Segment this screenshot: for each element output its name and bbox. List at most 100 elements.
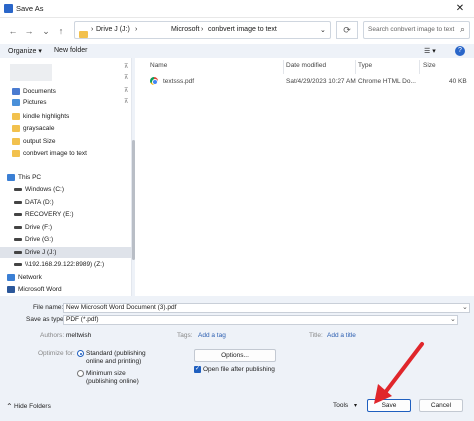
title-bar: Save As ✕ [0,0,474,18]
forward-button[interactable]: → [22,24,36,38]
sidebar-item[interactable]: output Size [0,136,132,147]
sidebar-item[interactable]: Drive J (J:) [0,247,132,258]
word-icon [7,286,15,293]
column-header-name[interactable]: Name [150,62,167,69]
up-button[interactable]: ↑ [54,24,68,38]
sidebar-item-label: This PC [18,174,42,181]
sidebar-item-label: RECOVERY (E:) [25,211,74,218]
column-divider [283,60,284,74]
redacted-quick-access-item [10,64,52,81]
view-options-button[interactable]: ☰ ▾ [424,47,436,55]
open-after-checkbox[interactable]: ✓ [194,366,201,373]
chrome-pdf-icon [150,77,158,85]
hide-folders-button[interactable]: Hide Folders [14,403,51,410]
organize-menu[interactable]: Organize ▾ [8,47,42,55]
sidebar-item-label: Network [18,274,42,281]
minimum-size-option-label[interactable]: Minimum size (publishing online) [86,370,156,386]
recent-locations-chevron-icon[interactable]: ⌄ [39,24,53,38]
save-as-window-icon [4,4,13,13]
sidebar-item[interactable]: Drive (F:) [0,222,132,233]
sidebar-item[interactable]: Microsoft Word [0,284,132,295]
search-icon: ⌕ [460,24,466,34]
breadcrumb-drive-j[interactable]: Drive J (J:) [96,26,130,33]
search-input[interactable]: Search conbvert image to text ⌕ [363,21,470,39]
network-icon [7,274,15,281]
drive-icon [14,188,22,191]
sidebar-item[interactable]: RECOVERY (E:) [0,209,132,220]
breadcrumb-current-folder[interactable]: conbvert image to text [208,26,277,33]
documents-icon [12,88,20,95]
computer-icon [7,174,15,181]
sidebar-item[interactable]: This PC [0,172,132,183]
folder-icon [12,150,20,157]
sidebar-item[interactable]: Network [0,272,132,283]
authors-label: Authors: [40,332,65,339]
sidebar-item[interactable]: Windows (C:) [0,184,132,195]
collapse-chevron-icon[interactable]: ⌃ [6,402,13,411]
save-as-type-select[interactable]: PDF (*.pdf) [63,315,458,325]
file-name: textsss.pdf [163,78,195,85]
add-title-link[interactable]: Add a title [327,332,356,339]
sidebar-item-label: \\192.168.29.122:8989) (Z:) [25,261,105,268]
close-window-button[interactable]: ✕ [450,2,470,16]
standard-radio[interactable] [77,350,84,357]
sidebar-item[interactable]: conbvert image to text [0,148,132,159]
sidebar-item-label: Windows (C:) [25,186,65,193]
help-icon[interactable]: ? [455,46,465,56]
column-header-size[interactable]: Size [423,62,436,69]
breadcrumb-separator: › [91,26,94,33]
window-title: Save As [16,4,44,13]
column-divider [355,60,356,74]
save-as-type-label: Save as type: [26,316,66,323]
sidebar-item[interactable]: Drive (G:) [0,234,132,245]
sidebar-item[interactable]: \\192.168.29.122:8989) (Z:) [0,259,132,270]
file-date: Sat/4/29/2023 10:27 AM [286,78,356,85]
file-name-input[interactable]: New Microsoft Word Document (3).pdf [63,303,470,313]
navigation-pane[interactable]: ⊼ ⊼ Documents ⊼ Pictures ⊼ kindle highlights… [0,58,132,296]
file-type: Chrome HTML Do... [358,78,416,85]
column-header-date-modified[interactable]: Date modified [286,62,326,69]
breadcrumb-microsoft[interactable]: Microsoft [171,26,199,33]
pictures-icon [12,99,20,106]
authors-value[interactable]: meltwish [66,332,91,339]
standard-option-label[interactable]: Standard (publishing online and printing… [86,350,164,366]
open-after-label[interactable]: Open file after publishing [203,366,275,373]
sidebar-item-label: Pictures [23,99,47,106]
file-name-dropdown-icon[interactable]: ⌄ [462,303,468,311]
add-tag-link[interactable]: Add a tag [198,332,226,339]
pin-icon: ⊼ [124,64,129,70]
tools-menu[interactable]: Tools [333,402,348,409]
sidebar-item-label: Documents [23,88,56,95]
sidebar-item-label: output Size [23,138,56,145]
folder-icon [79,31,88,38]
save-as-type-dropdown-icon[interactable]: ⌄ [450,315,456,323]
file-size: 40 KB [449,78,467,85]
file-row[interactable]: textsss.pdf Sat/4/29/2023 10:27 AM Chrom… [145,76,471,87]
pin-icon: ⊼ [124,75,129,81]
file-list[interactable]: Name Date modified Type Size textsss.pdf… [135,58,474,296]
sidebar-item[interactable]: kindle highlights [0,111,132,122]
sidebar-item[interactable]: DATA (D:) [0,197,132,208]
back-button[interactable]: ← [6,24,20,38]
breadcrumb-separator: › [201,26,204,33]
pin-icon: ⊼ [124,88,129,94]
sidebar-item-label: Microsoft Word [18,286,62,293]
network-drive-icon [14,263,22,266]
sidebar-item-label: kindle highlights [23,113,70,120]
options-button[interactable]: Options... [194,349,276,362]
new-folder-button[interactable]: New folder [54,47,87,54]
minimum-size-radio[interactable] [77,370,84,377]
drive-icon [14,201,22,204]
address-bar[interactable]: › Drive J (J:) › Microsoft › conbvert im… [74,21,331,39]
refresh-button[interactable]: ⟳ [336,21,358,39]
tools-dropdown-icon[interactable]: ▾ [354,402,357,409]
search-placeholder: Search conbvert image to text [368,26,455,33]
column-divider [419,60,420,74]
sidebar-item[interactable]: Documents ⊼ [0,86,132,97]
sidebar-item[interactable]: graysacale [0,123,132,134]
sidebar-item[interactable]: Pictures ⊼ [0,97,132,108]
column-header-type[interactable]: Type [358,62,372,69]
drive-icon [14,251,22,254]
address-dropdown-icon[interactable]: ⌄ [320,26,326,34]
